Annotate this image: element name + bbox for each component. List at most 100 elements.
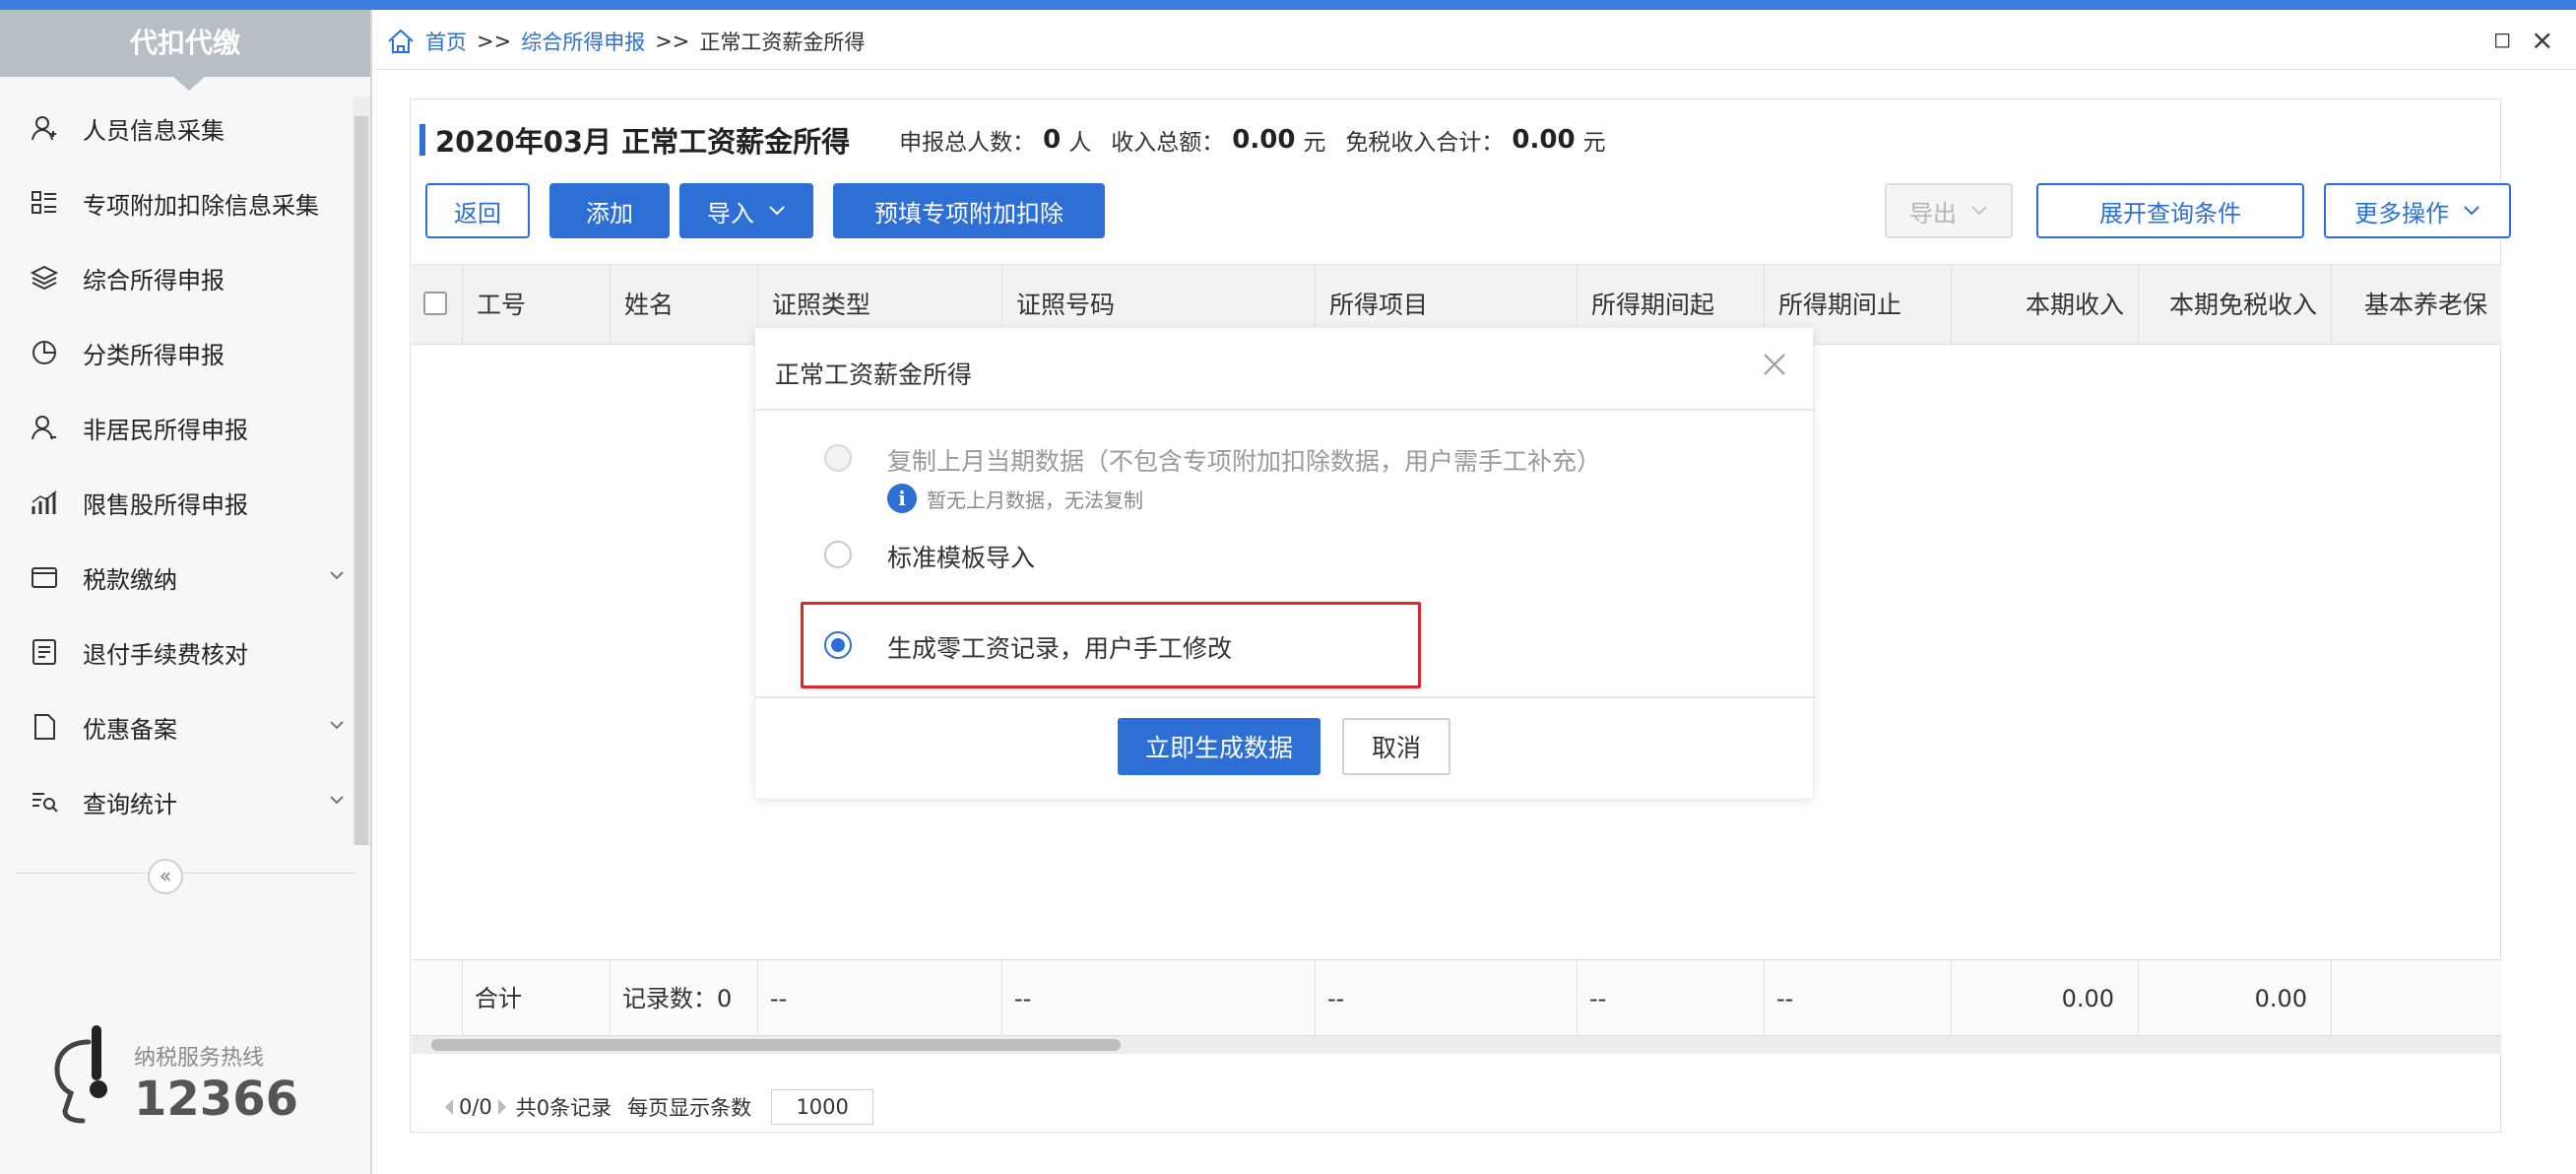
sidebar-collapse-button[interactable]: « (148, 859, 183, 894)
col-name[interactable]: 姓名 (611, 265, 758, 346)
import-button[interactable]: 导入 (679, 183, 813, 238)
table-horizontal-scrollbar[interactable] (412, 1036, 2501, 1054)
sidebar-item-preferential-filing[interactable]: 优惠备案 (0, 689, 354, 764)
hint-text: 暂无上月数据，无法复制 (927, 488, 1143, 512)
person-icon (30, 113, 59, 143)
info-icon: i (887, 484, 917, 513)
table-scroll-thumb[interactable] (431, 1039, 1121, 1051)
breadcrumb: 首页 >> 综合所得申报 >> 正常工资薪金所得 (386, 22, 865, 61)
footer-cell: -- (1002, 960, 1316, 1037)
next-page-icon[interactable] (497, 1099, 506, 1115)
col-basic-pension[interactable]: 基本养老保 (2332, 265, 2501, 346)
document-icon (30, 712, 59, 742)
sidebar-item-special-deduction[interactable]: 专项附加扣除信息采集 (0, 165, 354, 240)
sidebar-item-nonresident[interactable]: 非居民所得申报 (0, 390, 354, 465)
user-icon (30, 413, 59, 442)
home-icon[interactable] (386, 27, 416, 56)
prefill-special-deduction-button[interactable]: 预填专项附加扣除 (833, 183, 1105, 238)
radio-template-import[interactable] (824, 541, 852, 568)
export-button[interactable]: 导出 (1885, 183, 2013, 238)
radio-zero-wage[interactable] (824, 631, 852, 659)
sidebar-item-label: 非居民所得申报 (83, 416, 248, 444)
dialog-title: 正常工资薪金所得 (775, 360, 973, 389)
sidebar-item-label: 专项附加扣除信息采集 (83, 191, 319, 220)
option-template-import[interactable]: 标准模板导入 (887, 539, 1035, 574)
receipt-icon (30, 637, 59, 667)
total-people-unit: 人 (1068, 130, 1092, 156)
sidebar: 代扣代缴 人员信息采集 专项附加扣除信息采集 综合所得申报 分类所得申报 非居民… (0, 10, 372, 1174)
expand-query-button[interactable]: 展开查询条件 (2036, 183, 2304, 238)
top-accent-bar (0, 0, 2576, 10)
footer-spacer (412, 960, 463, 1037)
sidebar-scroll-thumb[interactable] (354, 116, 368, 845)
footer-taxfree-total: 0.00 (2139, 960, 2332, 1037)
copy-unavailable-hint: i 暂无上月数据，无法复制 (887, 484, 1143, 513)
close-icon[interactable]: × (2531, 24, 2553, 56)
chevron-down-icon[interactable] (325, 713, 349, 737)
phone-headset-icon (54, 1025, 107, 1124)
page-indicator: 0/0 (459, 1095, 492, 1119)
option-zero-wage[interactable]: 生成零工资记录，用户手工修改 (887, 629, 1232, 665)
layers-icon (30, 263, 59, 293)
pie-icon (30, 338, 59, 367)
sidebar-title-text: 代扣代缴 (129, 27, 240, 59)
sidebar-item-label: 人员信息采集 (83, 116, 225, 145)
sidebar-item-label: 查询统计 (83, 790, 177, 818)
chevron-down-icon[interactable] (325, 788, 349, 812)
sidebar-item-query-statistics[interactable]: 查询统计 (0, 764, 354, 839)
sidebar-item-classified-income[interactable]: 分类所得申报 (0, 315, 354, 390)
footer-cell: -- (1316, 960, 1578, 1037)
breadcrumb-home[interactable]: 首页 (425, 27, 467, 56)
sidebar-item-refund-check[interactable]: 退付手续费核对 (0, 615, 354, 689)
dialog-header-divider (755, 409, 1815, 411)
select-all-checkbox[interactable] (423, 292, 447, 315)
sidebar-item-tax-payment[interactable]: 税款缴纳 (0, 540, 354, 615)
generate-now-button[interactable]: 立即生成数据 (1118, 718, 1320, 775)
table-footer: 合计 记录数：0 -- -- -- -- -- 0.00 0.00 (412, 959, 2501, 1037)
breadcrumb-separator: >> (477, 30, 512, 53)
header-divider (374, 69, 2576, 70)
hotline-number: 12366 (134, 1072, 298, 1127)
taxfree-total-unit: 元 (1582, 130, 1606, 156)
option-copy-last-month[interactable]: 复制上月当期数据（不包含专项附加扣除数据，用户需手工补充） (887, 442, 1601, 478)
cancel-button[interactable]: 取消 (1342, 718, 1450, 775)
add-button[interactable]: 添加 (549, 183, 670, 238)
chevron-down-icon[interactable] (325, 563, 349, 587)
sidebar-scrollbar[interactable] (353, 97, 370, 845)
hotline-label: 纳税服务热线 (134, 1046, 265, 1071)
col-employee-id[interactable]: 工号 (463, 265, 611, 346)
search-list-icon (30, 787, 59, 816)
sidebar-item-label: 限售股所得申报 (83, 490, 248, 519)
close-icon[interactable] (1760, 350, 1789, 379)
sidebar-item-label: 退付手续费核对 (83, 640, 248, 669)
col-current-income[interactable]: 本期收入 (1952, 265, 2139, 346)
sidebar-item-comprehensive-income[interactable]: 综合所得申报 (0, 240, 354, 315)
income-total-unit: 元 (1303, 130, 1326, 156)
radio-copy-last-month[interactable] (824, 444, 852, 472)
sidebar-item-restricted-stock[interactable]: 限售股所得申报 (0, 465, 354, 540)
page-title: 2020年03月 正常工资薪金所得 (435, 125, 851, 159)
export-button-label: 导出 (1909, 199, 1957, 228)
restore-icon[interactable]: ◻ (2493, 28, 2511, 52)
taxfree-total-label: 免税收入合计： (1345, 130, 1505, 156)
back-button[interactable]: 返回 (425, 183, 530, 238)
per-page-input[interactable]: 1000 (771, 1089, 874, 1125)
sidebar-menu: 人员信息采集 专项附加扣除信息采集 综合所得申报 分类所得申报 非居民所得申报 (0, 91, 354, 839)
footer-cell-empty (2332, 960, 2501, 1037)
sidebar-item-personnel[interactable]: 人员信息采集 (0, 91, 354, 165)
income-total-value: 0.00 (1232, 125, 1296, 155)
sidebar-item-label: 税款缴纳 (83, 565, 177, 594)
col-current-taxfree[interactable]: 本期免税收入 (2139, 265, 2332, 346)
prev-page-icon[interactable] (445, 1099, 453, 1115)
generate-data-dialog: 正常工资薪金所得 复制上月当期数据（不包含专项附加扣除数据，用户需手工补充） i… (754, 327, 1815, 800)
folder-icon (30, 562, 59, 592)
bar-chart-icon (30, 488, 59, 517)
sidebar-notch (173, 77, 205, 91)
chevron-down-icon (769, 206, 785, 216)
more-actions-button[interactable]: 更多操作 (2324, 183, 2511, 238)
sidebar-title: 代扣代缴 (0, 10, 370, 91)
breadcrumb-comprehensive-income[interactable]: 综合所得申报 (521, 27, 645, 56)
dialog-footer-divider (755, 696, 1815, 698)
footer-cell: -- (1578, 960, 1765, 1037)
taxfree-total-value: 0.00 (1512, 125, 1576, 155)
